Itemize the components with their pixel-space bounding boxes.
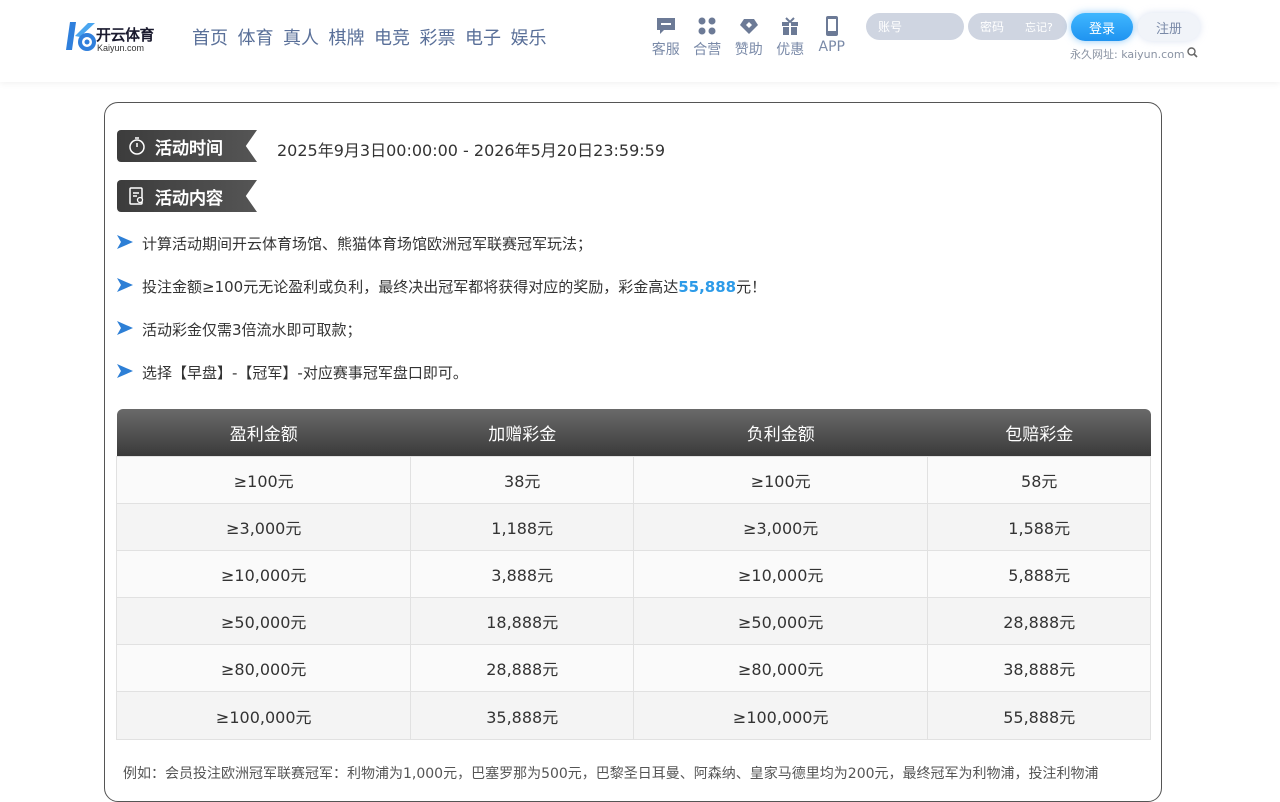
permanent-url[interactable]: 永久网址: kaiyun.com [1070,46,1198,62]
table-cell: ≥3,000元 [115,502,412,551]
rule-item: 选择【早盘】-【冠军】-对应赛事冠军盘口即可。 [117,362,766,405]
header-bonus: 加赠彩金 [410,409,634,456]
nav-cards[interactable]: 棋牌 [329,24,375,50]
main-nav: 首页 体育 真人 棋牌 电竞 彩票 电子 娱乐 [192,24,556,50]
table-cell: ≥100元 [632,455,929,504]
permanent-url-text: 永久网址: kaiyun.com [1070,48,1185,61]
table-cell: 58元 [927,455,1151,504]
table-row: ≥100,000元 35,888元 ≥100,000元 55,888元 [115,691,1151,740]
nav-slots[interactable]: 电子 [465,24,511,50]
table-cell: ≥100,000元 [632,691,929,740]
prize-table: 盈利金额 加赠彩金 负利金额 包赔彩金 ≥100元 38元 ≥100元 58元 … [115,409,1151,740]
nav-lottery[interactable]: 彩票 [420,24,466,50]
sponsor-icon [738,15,760,37]
partner-icon [696,15,718,37]
table-cell: 35,888元 [410,691,634,740]
table-cell: ≥80,000元 [115,644,412,693]
table-cell: ≥50,000元 [115,597,412,646]
activity-time-range: 2025年9月3日00:00:00 - 2026年5月20日23:59:59 [277,141,666,160]
table-row: ≥50,000元 18,888元 ≥50,000元 28,888元 [115,597,1151,646]
rule-text: 选择【早盘】-【冠军】-对应赛事冠军盘口即可。 [142,364,468,382]
table-cell: 38,888元 [927,644,1151,693]
phone-icon [821,15,843,37]
rule-text: 计算活动期间开云体育场馆、熊猫体育场馆欧洲冠军联赛冠军玩法； [142,235,593,253]
table-cell: ≥100元 [115,455,412,504]
arrow-icon [117,321,133,339]
nav-home[interactable]: 首页 [192,24,238,50]
tool-label: 优惠 [776,42,805,58]
tool-label: 合营 [693,42,722,58]
table-cell: 5,888元 [927,549,1151,599]
login-area: 忘记? 登录 注册 永久网址: kaiyun.com [866,13,1206,73]
table-cell: ≥3,000元 [632,502,929,551]
top-header: 开云体育 Kaiyun.com 首页 体育 真人 棋牌 电竞 彩票 电子 娱乐 … [0,0,1280,82]
rule-item: 活动彩金仅需3倍流水即可取款； [117,319,766,362]
max-bonus-highlight: 55,888 [678,278,737,296]
header-loss-amount: 负利金额 [633,409,928,456]
rule-item: 计算活动期间开云体育场馆、熊猫体育场馆欧洲冠军联赛冠军玩法； [117,233,766,276]
table-cell: ≥10,000元 [115,549,412,599]
nav-esports[interactable]: 电竞 [374,24,420,50]
tool-label: APP [818,39,845,55]
logo-text-en: Kaiyun.com [97,43,145,53]
forgot-password-link[interactable]: 忘记? [1025,19,1053,35]
table-cell: 18,888元 [410,597,634,646]
nav-entertainment[interactable]: 娱乐 [511,24,557,50]
table-cell: 55,888元 [927,691,1151,740]
login-button[interactable]: 登录 [1071,13,1133,41]
example-text: 例如：会员投注欧洲冠军联赛冠军：利物浦为1,000元，巴塞罗那为500元，巴黎圣… [123,766,1099,782]
rule-text: 活动彩金仅需3倍流水即可取款； [142,321,362,339]
activity-content-tag: 活动内容 [117,180,257,212]
tool-label: 客服 [651,42,680,58]
arrow-icon [117,278,133,296]
table-cell: ≥10,000元 [632,549,929,599]
table-cell: ≥80,000元 [632,644,929,693]
rule-item: 投注金额≥100元无论盈利或负利，最终决出冠军都将获得对应的奖励，彩金高达55,… [117,276,766,319]
tool-app[interactable]: APP [811,15,853,59]
tool-partner[interactable]: 合营 [687,15,729,59]
arrow-icon [117,364,133,382]
tool-links: 客服 合营 赞助 优惠 APP [645,15,853,59]
header-profit-amount: 盈利金额 [116,409,411,456]
table-cell: 1,188元 [410,502,634,551]
tool-label: 赞助 [734,42,763,58]
table-row: ≥80,000元 28,888元 ≥80,000元 38,888元 [115,644,1151,693]
table-cell: 3,888元 [410,549,634,599]
search-icon [1186,47,1198,61]
nav-sports[interactable]: 体育 [238,24,284,50]
arrow-icon [117,235,133,253]
table-row: ≥3,000元 1,188元 ≥3,000元 1,588元 [115,502,1151,551]
activity-time-tag: 活动时间 [117,130,257,162]
rule-text: 投注金额≥100元无论盈利或负利，最终决出冠军都将获得对应的奖励，彩金高达 [142,278,679,296]
tool-promotions[interactable]: 优惠 [770,15,812,59]
table-cell: 28,888元 [410,644,634,693]
activity-content-label: 活动内容 [155,188,223,209]
table-cell: ≥100,000元 [115,691,412,740]
activity-rules: 计算活动期间开云体育场馆、熊猫体育场馆欧洲冠军联赛冠军玩法； 投注金额≥100元… [117,233,766,405]
table-cell: 38元 [410,455,634,504]
table-cell: 28,888元 [927,597,1151,646]
rule-suffix: 元！ [736,278,767,296]
table-row: ≥10,000元 3,888元 ≥10,000元 5,888元 [115,549,1151,599]
header-compensation: 包赔彩金 [927,409,1151,456]
k-logo-icon [66,22,96,51]
activity-panel: 活动时间 2025年9月3日00:00:00 - 2026年5月20日23:59… [104,102,1162,802]
tool-support[interactable]: 客服 [645,15,687,59]
tool-sponsor[interactable]: 赞助 [728,15,770,59]
register-button[interactable]: 注册 [1138,13,1200,41]
nav-live-casino[interactable]: 真人 [283,24,329,50]
activity-time-label: 活动时间 [155,138,223,159]
table-row: ≥100元 38元 ≥100元 58元 [115,455,1151,504]
document-icon [127,186,147,206]
chat-icon [655,15,677,37]
logo-text-cn: 开云体育 [96,26,155,44]
table-cell: 1,588元 [927,502,1151,551]
stopwatch-icon [127,136,147,156]
table-cell: ≥50,000元 [632,597,929,646]
kaiyun-logo[interactable]: 开云体育 Kaiyun.com [66,20,174,56]
table-header-row: 盈利金额 加赠彩金 负利金额 包赔彩金 [116,409,1151,456]
username-input[interactable] [866,13,964,40]
gift-icon [779,15,801,37]
